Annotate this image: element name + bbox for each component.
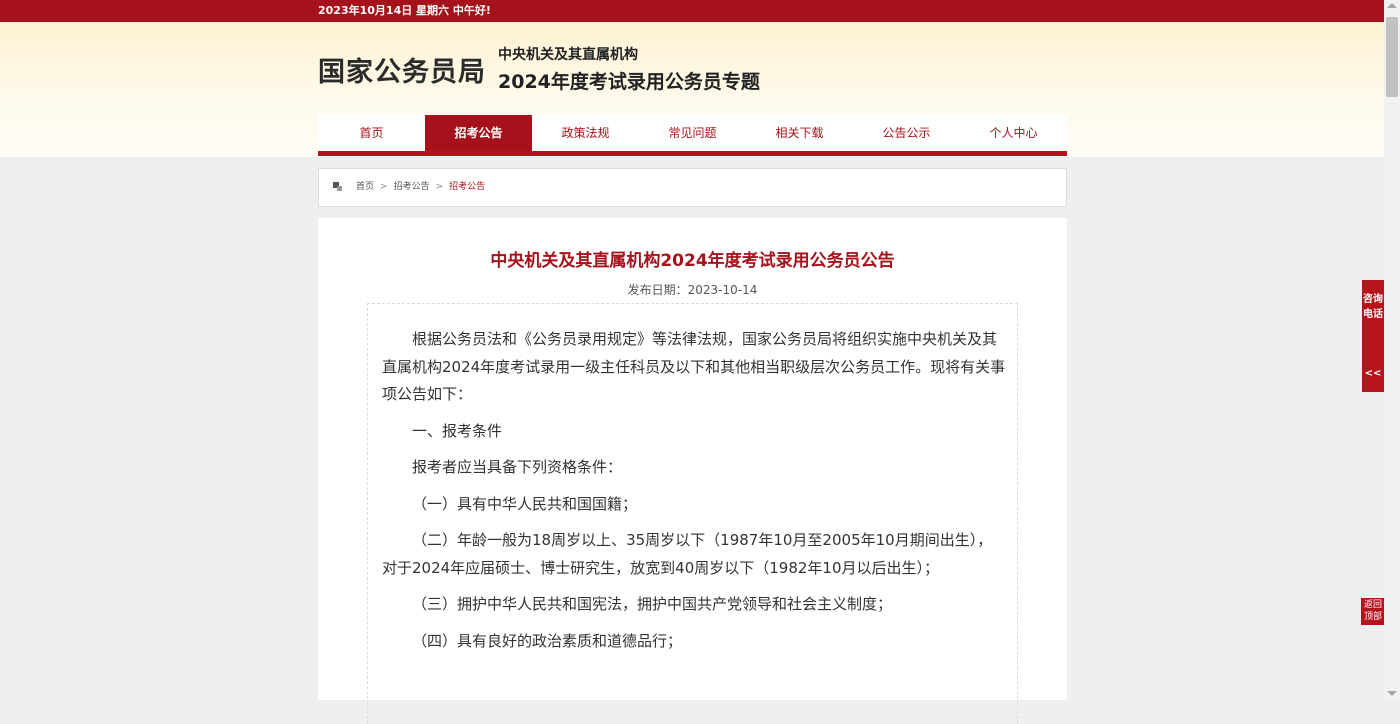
- condition-item: （四）具有良好的政治素质和道德品行；: [412, 631, 683, 650]
- site-header: 国家公务员局 中央机关及其直属机构 2024年度考试录用公务员专题 首页 招考公…: [0, 22, 1384, 157]
- back-to-top-label-1: 返回: [1363, 600, 1382, 610]
- scroll-up-arrow-icon[interactable]: [1387, 3, 1397, 8]
- article-paragraph: 根据公务员法和《公务员录用规定》等法律法规，国家公务员局将组织实施中央机关及其直…: [382, 330, 1006, 403]
- article-title: 中央机关及其直属机构2024年度考试录用公务员公告: [490, 251, 895, 271]
- site-logo-title[interactable]: 国家公务员局: [318, 50, 486, 89]
- nav-item-personal-center[interactable]: 个人中心: [960, 115, 1067, 151]
- nav-item-announcements[interactable]: 公告公示: [853, 115, 960, 151]
- top-date-bar: 2023年10月14日 星期六 中午好!: [0, 0, 1384, 22]
- condition-item: （二）年龄一般为18周岁以上、35周岁以下（1987年10月至2005年10月期…: [382, 531, 993, 577]
- breadcrumb-separator: >: [435, 182, 444, 192]
- breadcrumb-current[interactable]: 招考公告: [449, 182, 485, 192]
- section-heading: 一、报考条件: [412, 421, 503, 440]
- special-topic-line1: 中央机关及其直属机构: [498, 47, 638, 63]
- condition-item: （三）拥护中华人民共和国宪法，拥护中国共产党领导和社会主义制度；: [412, 595, 893, 613]
- breadcrumb: 首页 > 招考公告 > 招考公告: [318, 168, 1067, 207]
- article-body: 根据公务员法和《公务员录用规定》等法律法规，国家公务员局将组织实施中央机关及其直…: [382, 326, 1006, 664]
- breadcrumb-icon: [333, 182, 342, 191]
- article-body-frame: 根据公务员法和《公务员录用规定》等法律法规，国家公务员局将组织实施中央机关及其直…: [367, 303, 1018, 724]
- consult-phone-tab[interactable]: 咨询电话 <<: [1362, 280, 1384, 392]
- back-to-top-label-2: 顶部: [1363, 612, 1382, 622]
- breadcrumb-section-link[interactable]: 招考公告: [394, 182, 430, 192]
- nav-item-home[interactable]: 首页: [318, 115, 425, 151]
- consult-phone-label: 咨询电话: [1363, 294, 1383, 320]
- article-paragraph: 报考者应当具备下列资格条件：: [412, 458, 623, 476]
- nav-item-faq[interactable]: 常见问题: [639, 115, 746, 151]
- date-greeting: 2023年10月14日 星期六 中午好!: [318, 4, 491, 17]
- article-panel: 中央机关及其直属机构2024年度考试录用公务员公告 发布日期：2023-10-1…: [318, 218, 1067, 724]
- main-nav: 首页 招考公告 政策法规 常见问题 相关下载 公告公示 个人中心: [318, 115, 1067, 156]
- page-scrollbar[interactable]: [1384, 0, 1400, 700]
- nav-item-policies[interactable]: 政策法规: [532, 115, 639, 151]
- collapse-chevron-icon[interactable]: <<: [1362, 368, 1384, 379]
- scroll-thumb[interactable]: [1386, 17, 1398, 97]
- back-to-top-button[interactable]: 返回 顶部: [1361, 598, 1385, 625]
- breadcrumb-home-link[interactable]: 首页: [356, 182, 374, 192]
- publish-date: 发布日期：2023-10-14: [627, 283, 758, 297]
- nav-item-recruitment-notices[interactable]: 招考公告: [425, 115, 532, 151]
- breadcrumb-trail: 首页 > 招考公告 > 招考公告: [356, 169, 485, 206]
- scroll-down-arrow-icon[interactable]: [1387, 691, 1397, 696]
- special-topic-line2: 2024年度考试录用公务员专题: [498, 71, 760, 93]
- nav-item-downloads[interactable]: 相关下载: [746, 115, 853, 151]
- condition-item: （一）具有中华人民共和国国籍；: [412, 494, 638, 513]
- breadcrumb-separator: >: [380, 182, 388, 192]
